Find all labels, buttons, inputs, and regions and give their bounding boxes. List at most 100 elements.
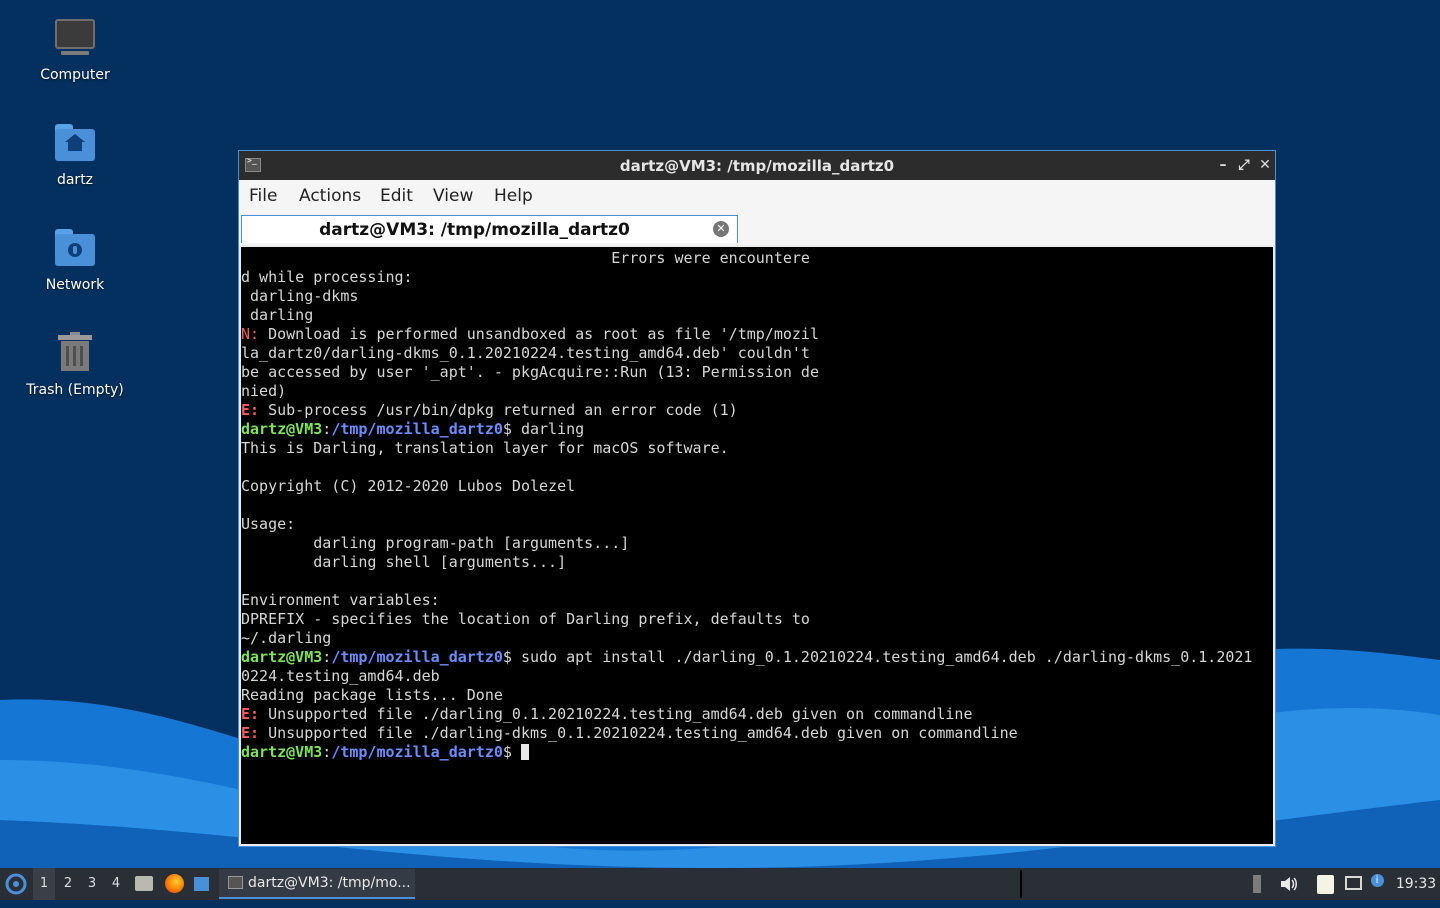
line-text: Sub-process /usr/bin/dpkg returned an er… — [259, 401, 738, 419]
terminal-line: N: Download is performed unsandboxed as … — [241, 325, 1273, 344]
terminal-line: Reading package lists... Done — [241, 686, 1273, 705]
menu-edit[interactable]: Edit — [380, 186, 413, 206]
folder-icon — [135, 876, 153, 891]
prompt-separator: : — [322, 743, 332, 761]
line-text: Unsupported file ./darling_0.1.20210224.… — [259, 705, 973, 723]
taskbar-window-label: dartz@VM3: /tmp/mo... — [248, 875, 411, 891]
workspace-1[interactable]: 1 — [33, 868, 55, 900]
desktop-icon-network[interactable]: Network — [15, 225, 135, 293]
terminal-line: nied) — [241, 382, 1273, 401]
terminal-line: ~/.darling — [241, 629, 1273, 648]
terminal-line: darling program-path [arguments...] — [241, 534, 1273, 553]
notification-button[interactable]: i — [1368, 868, 1386, 900]
clipboard-icon — [1316, 875, 1334, 894]
menu-view[interactable]: View — [433, 186, 473, 206]
maximize-button[interactable]: ⤢ — [1235, 156, 1253, 174]
terminal-line: la_dartz0/darling-dkms_0.1.20210224.test… — [241, 344, 1273, 363]
workspace-3[interactable]: 3 — [81, 868, 103, 900]
terminal-line: 0224.testing_amd64.deb — [241, 667, 1273, 686]
terminal-line: darling shell [arguments...] — [241, 553, 1273, 572]
terminal-line: Usage: — [241, 515, 1273, 534]
window-titlebar[interactable]: dartz@VM3: /tmp/mozilla_dartz0 – ⤢ ✕ — [239, 151, 1275, 180]
prompt-user: dartz@VM3 — [241, 743, 323, 761]
line-text: darling-dkms — [241, 287, 359, 305]
tab-bar: dartz@VM3: /tmp/mozilla_dartz0 ✕ — [239, 213, 1275, 245]
terminal-line: dartz@VM3:/tmp/mozilla_dartz0$ — [241, 743, 1273, 762]
line-text: darling program-path [arguments...] — [241, 534, 630, 552]
network-folder-icon — [51, 225, 99, 273]
firefox-icon — [164, 874, 184, 893]
volume-button[interactable] — [1278, 868, 1300, 900]
desktop-icon-label: Computer — [40, 67, 110, 83]
terminal-window: dartz@VM3: /tmp/mozilla_dartz0 – ⤢ ✕ Fil… — [238, 150, 1276, 847]
tab-close-icon[interactable]: ✕ — [713, 221, 729, 237]
message-level-label: E: — [241, 401, 260, 419]
speaker-icon — [1281, 877, 1297, 891]
line-text: DPREFIX - specifies the location of Darl… — [241, 610, 810, 628]
line-text: Errors were encountere — [241, 249, 810, 267]
start-menu-button[interactable] — [2, 868, 30, 900]
line-text: Download is performed unsandboxed as roo… — [259, 325, 819, 343]
prompt-path: /tmp/mozilla_dartz0 — [331, 420, 503, 438]
firefox-launcher[interactable] — [162, 868, 186, 900]
terminal-output[interactable]: Errors were encountere d while processing… — [241, 247, 1273, 844]
taskbar-separator — [1020, 870, 1022, 898]
prompt-separator: : — [322, 648, 332, 666]
menu-actions[interactable]: Actions — [299, 186, 361, 206]
desktop-icon-label: Network — [45, 277, 105, 293]
terminal-line: dartz@VM3:/tmp/mozilla_dartz0$ sudo apt … — [241, 648, 1273, 667]
network-status-icon — [1344, 876, 1362, 890]
line-text: be accessed by user '_apt'. - pkgAcquire… — [241, 363, 819, 381]
terminal-line: This is Darling, translation layer for m… — [241, 439, 1273, 458]
terminal-line: d while processing: — [241, 268, 1273, 287]
line-text: This is Darling, translation layer for m… — [241, 439, 729, 457]
prompt-separator: : — [322, 420, 332, 438]
terminal-line: darling-dkms — [241, 287, 1273, 306]
line-text: sudo apt install ./darling_0.1.20210224.… — [511, 648, 1253, 666]
line-text: darling — [241, 306, 314, 324]
desktop-icon-home-folder[interactable]: dartz — [15, 120, 135, 188]
menu-file[interactable]: File — [249, 186, 277, 206]
minimize-button[interactable]: – — [1214, 156, 1232, 174]
desktop-icon-trash[interactable]: Trash (Empty) — [15, 330, 135, 398]
terminal-line: E: Unsupported file ./darling-dkms_0.1.2… — [241, 724, 1273, 743]
terminal-line: DPREFIX - specifies the location of Darl… — [241, 610, 1273, 629]
prompt-symbol: $ — [502, 743, 512, 761]
window-title: dartz@VM3: /tmp/mozilla_dartz0 — [619, 157, 895, 175]
home-folder-icon — [51, 120, 99, 168]
clock[interactable]: 19:33 — [1394, 868, 1438, 900]
network-button[interactable] — [1341, 868, 1365, 900]
line-text: 0224.testing_amd64.deb — [241, 667, 440, 685]
line-text: nied) — [241, 382, 287, 400]
menu-help[interactable]: Help — [494, 186, 533, 206]
workspace-4[interactable]: 4 — [105, 868, 127, 900]
line-text: darling shell [arguments...] — [241, 553, 567, 571]
taskbar-window-terminal[interactable]: dartz@VM3: /tmp/mo... — [219, 869, 415, 899]
clipboard-button[interactable] — [1313, 868, 1337, 900]
line-text: ~/.darling — [241, 629, 332, 647]
tab-terminal[interactable]: dartz@VM3: /tmp/mozilla_dartz0 ✕ — [241, 215, 738, 243]
prompt-path: /tmp/mozilla_dartz0 — [331, 648, 503, 666]
distro-logo-icon — [5, 873, 27, 895]
desktop-icon-computer[interactable]: Computer — [15, 15, 135, 83]
terminal-icon — [228, 876, 243, 889]
tab-title: dartz@VM3: /tmp/mozilla_dartz0 — [319, 220, 630, 240]
computer-icon — [51, 15, 99, 63]
tray-handle[interactable] — [1250, 868, 1264, 900]
close-button[interactable]: ✕ — [1256, 156, 1274, 174]
prompt-path: /tmp/mozilla_dartz0 — [331, 743, 503, 761]
taskbar: 1 2 3 4 dartz@VM3: /tmp/mo... i 19:33 — [0, 868, 1440, 900]
line-text: darling — [511, 420, 585, 438]
line-text — [512, 743, 521, 761]
terminal-line: Environment variables: — [241, 591, 1273, 610]
line-text: Usage: — [241, 515, 296, 533]
workspace-2[interactable]: 2 — [57, 868, 79, 900]
prompt-symbol: $ — [502, 648, 512, 666]
show-desktop-button[interactable] — [191, 868, 211, 900]
terminal-line: E: Unsupported file ./darling_0.1.202102… — [241, 705, 1273, 724]
line-text: Environment variables: — [241, 591, 440, 609]
desktop-icon-label: Trash (Empty) — [26, 382, 124, 398]
file-manager-launcher[interactable] — [133, 868, 155, 900]
